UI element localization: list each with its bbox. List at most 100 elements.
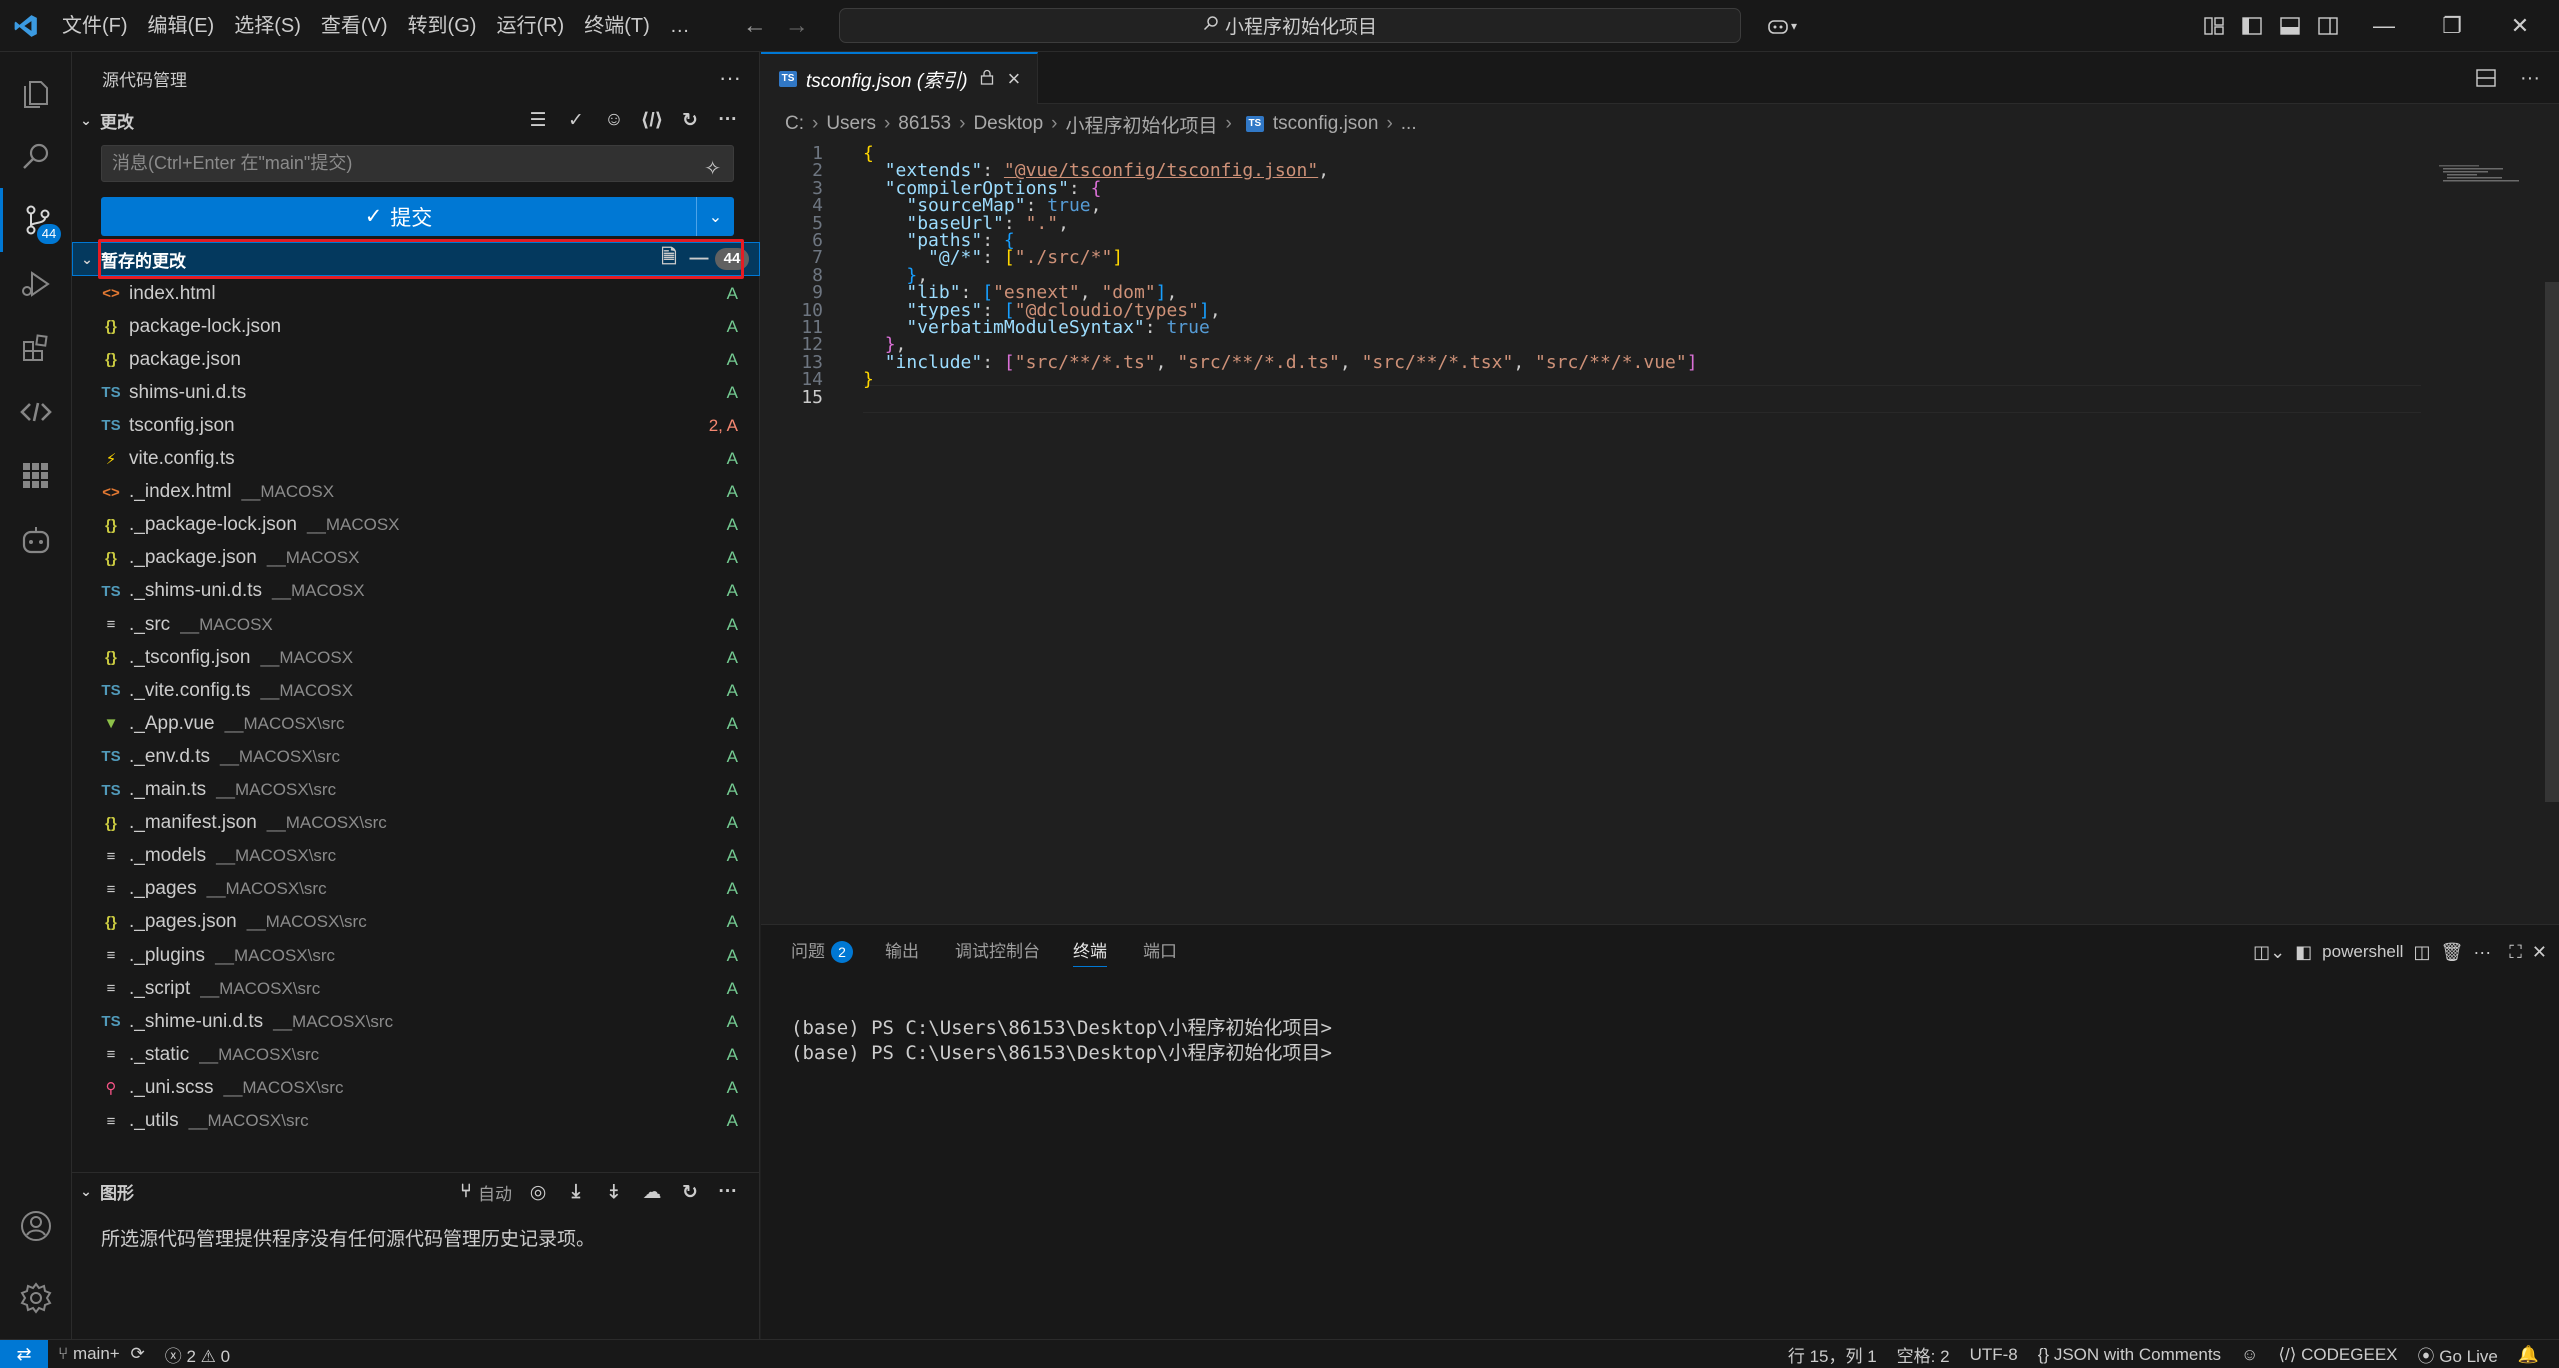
staged-file-row[interactable]: ⚡ vite.config.ts A	[72, 443, 760, 476]
accounts-icon[interactable]	[0, 1194, 72, 1258]
staged-file-row[interactable]: ≡ ._plugins __MACOSX\src A	[72, 939, 760, 972]
go-live-status[interactable]: ⦿ Go Live	[2408, 1342, 2508, 1367]
cursor-position[interactable]: 行 15，列 1	[1778, 1342, 1887, 1367]
graph-section-header[interactable]: ⌄ 图形 ⑂ 自动 ◎ ⤓ ⤈ ☁ ↻ ···	[72, 1172, 760, 1210]
unstage-all-icon[interactable]: —	[685, 242, 713, 276]
tab-terminal[interactable]: 终端	[1073, 925, 1107, 979]
staged-file-row[interactable]: <> ._index.html __MACOSX A	[72, 476, 760, 509]
graph-auto-label[interactable]: 自动	[478, 1180, 512, 1205]
staged-file-row[interactable]: TS ._shims-uni.d.ts __MACOSX A	[72, 575, 760, 608]
staged-changes-header[interactable]: ⌄ 暂存的更改 🗎 — 44	[72, 242, 760, 276]
menu-edit[interactable]: 编辑(E)	[138, 0, 225, 52]
breadcrumb-user[interactable]: 86153	[898, 113, 951, 135]
indentation[interactable]: 空格: 2	[1887, 1342, 1960, 1367]
branch-status[interactable]: ⑂ main+ ⟳	[48, 1344, 155, 1364]
staged-file-row[interactable]: {} package.json A	[72, 343, 760, 376]
apps-grid-icon[interactable]	[0, 444, 72, 508]
tab-problems[interactable]: 问题 2	[791, 925, 853, 979]
toggle-panel-icon[interactable]	[2271, 0, 2309, 52]
staged-file-row[interactable]: {} ._package.json __MACOSX A	[72, 542, 760, 575]
problems-status[interactable]: ⓧ 2 ⚠ 0	[155, 1342, 240, 1367]
staged-file-row[interactable]: ≡ ._utils __MACOSX\src A	[72, 1105, 760, 1138]
breadcrumb-desktop[interactable]: Desktop	[973, 113, 1043, 135]
menu-selection[interactable]: 选择(S)	[224, 0, 311, 52]
view-as-tree-icon[interactable]: ☰	[520, 103, 556, 137]
source-control-icon[interactable]: 44	[0, 188, 72, 252]
toggle-secondary-sidebar-icon[interactable]	[2309, 0, 2347, 52]
panel-more-icon[interactable]: ···	[2473, 942, 2491, 963]
refresh-graph-icon[interactable]: ↻	[672, 1175, 708, 1209]
staged-file-row[interactable]: ⚲ ._uni.scss __MACOSX\src A	[72, 1071, 760, 1104]
terminal-shell-name[interactable]: powershell	[2322, 942, 2403, 962]
close-tab-icon[interactable]: ×	[1008, 66, 1021, 92]
staged-file-row[interactable]: {} ._pages.json __MACOSX\src A	[72, 906, 760, 939]
staged-file-row[interactable]: {} ._package-lock.json __MACOSX A	[72, 509, 760, 542]
language-mode[interactable]: {} JSON with Comments	[2028, 1345, 2231, 1365]
minimap[interactable]	[2439, 165, 2519, 185]
close-panel-icon[interactable]: ✕	[2532, 942, 2547, 963]
staged-file-row[interactable]: TS ._shime-uni.d.ts __MACOSX\src A	[72, 1005, 760, 1038]
kill-terminal-trash-icon[interactable]: 🗑	[2440, 942, 2463, 963]
fetch-icon[interactable]: ⤓	[558, 1175, 594, 1209]
menu-run[interactable]: 运行(R)	[486, 0, 574, 52]
codegeex-icon[interactable]	[0, 380, 72, 444]
menu-terminal[interactable]: 终端(T)	[574, 0, 660, 52]
staged-file-row[interactable]: TS ._env.d.ts __MACOSX\src A	[72, 740, 760, 773]
breadcrumb-symbols[interactable]: ...	[1401, 113, 1417, 135]
remote-indicator-icon[interactable]: ⇄	[0, 1339, 48, 1368]
split-terminal-icon[interactable]: ◫	[2413, 942, 2430, 963]
editor-more-icon[interactable]: ···	[2511, 52, 2549, 104]
commit-dropdown-chevron-icon[interactable]: ⌄	[696, 197, 734, 236]
code-editor[interactable]: 1 2 3 4 5 6 7 8 9 10 11 12 13 14 15 { "extends": "@vue…	[761, 143, 2559, 923]
staged-file-row[interactable]: <> index.html A	[72, 277, 760, 310]
extensions-icon[interactable]	[0, 316, 72, 380]
close-window-icon[interactable]: ✕	[2486, 0, 2554, 52]
staged-file-row[interactable]: {} ._tsconfig.json __MACOSX A	[72, 641, 760, 674]
tab-tsconfig[interactable]: TS tsconfig.json (索引) ×	[761, 52, 1038, 104]
staged-file-row[interactable]: TS ._vite.config.ts __MACOSX A	[72, 674, 760, 707]
customize-layout-icon[interactable]	[2195, 0, 2233, 52]
nav-forward-icon[interactable]: →	[776, 12, 818, 40]
staged-file-row[interactable]: ≡ ._pages __MACOSX\src A	[72, 873, 760, 906]
more-actions-icon[interactable]: ···	[710, 103, 746, 137]
go-to-current-icon[interactable]: ◎	[520, 1175, 556, 1209]
tab-output[interactable]: 输出	[885, 925, 919, 979]
commit-button[interactable]: ✓ 提交 ⌄	[101, 197, 734, 236]
staged-file-row[interactable]: ≡ ._models __MACOSX\src A	[72, 840, 760, 873]
staged-file-row[interactable]: TS ._main.ts __MACOSX\src A	[72, 774, 760, 807]
editor-scrollbar[interactable]	[2545, 282, 2559, 802]
explorer-icon[interactable]	[0, 60, 72, 124]
codegeex-commit-icon[interactable]: ⟨/⟩	[634, 103, 670, 137]
vscode-logo-icon[interactable]	[0, 0, 52, 52]
notifications-bell-icon[interactable]: 🔔	[2508, 1345, 2549, 1365]
push-cloud-icon[interactable]: ☁	[634, 1175, 670, 1209]
copilot-review-icon[interactable]: ☺	[596, 103, 632, 137]
copilot-icon[interactable]: ▾	[1757, 0, 1807, 52]
breadcrumb-drive[interactable]: C:	[785, 113, 804, 135]
staged-file-row[interactable]: ≡ ._static __MACOSX\src A	[72, 1038, 760, 1071]
staged-file-row[interactable]: {} package-lock.json A	[72, 310, 760, 343]
minimize-icon[interactable]: —	[2350, 0, 2418, 52]
menu-goto[interactable]: 转到(G)	[398, 0, 487, 52]
breadcrumb-users[interactable]: Users	[826, 113, 876, 135]
terminal-shell-icon[interactable]: ◧	[2295, 942, 2312, 963]
codegeex-status[interactable]: ⟨/⟩ CODEGEEX	[2268, 1345, 2407, 1365]
encoding[interactable]: UTF-8	[1960, 1345, 2028, 1365]
generate-message-sparkle-icon[interactable]: ✧	[704, 152, 721, 187]
nav-back-icon[interactable]: ←	[734, 12, 776, 40]
graph-more-icon[interactable]: ···	[710, 1175, 746, 1209]
command-center-search[interactable]: 小程序初始化项目	[839, 8, 1741, 43]
copilot-status-icon[interactable]: ☺	[2231, 1345, 2268, 1365]
breadcrumb-file[interactable]: tsconfig.json	[1273, 113, 1379, 135]
copilot-chat-icon[interactable]	[0, 508, 72, 572]
sidebar-more-icon[interactable]: ···	[719, 52, 741, 104]
pull-icon[interactable]: ⤈	[596, 1175, 632, 1209]
staged-file-row[interactable]: ▼ ._App.vue __MACOSX\src A	[72, 707, 760, 740]
tab-debug-console[interactable]: 调试控制台	[955, 925, 1040, 979]
run-debug-icon[interactable]	[0, 252, 72, 316]
refresh-icon[interactable]: ↻	[672, 103, 708, 137]
search-view-icon[interactable]	[0, 124, 72, 188]
maximize-panel-icon[interactable]: ⛶	[2509, 942, 2522, 963]
staged-file-row[interactable]: TS tsconfig.json 2, A	[72, 409, 760, 442]
branch-icon[interactable]: ⑂	[456, 1175, 476, 1209]
